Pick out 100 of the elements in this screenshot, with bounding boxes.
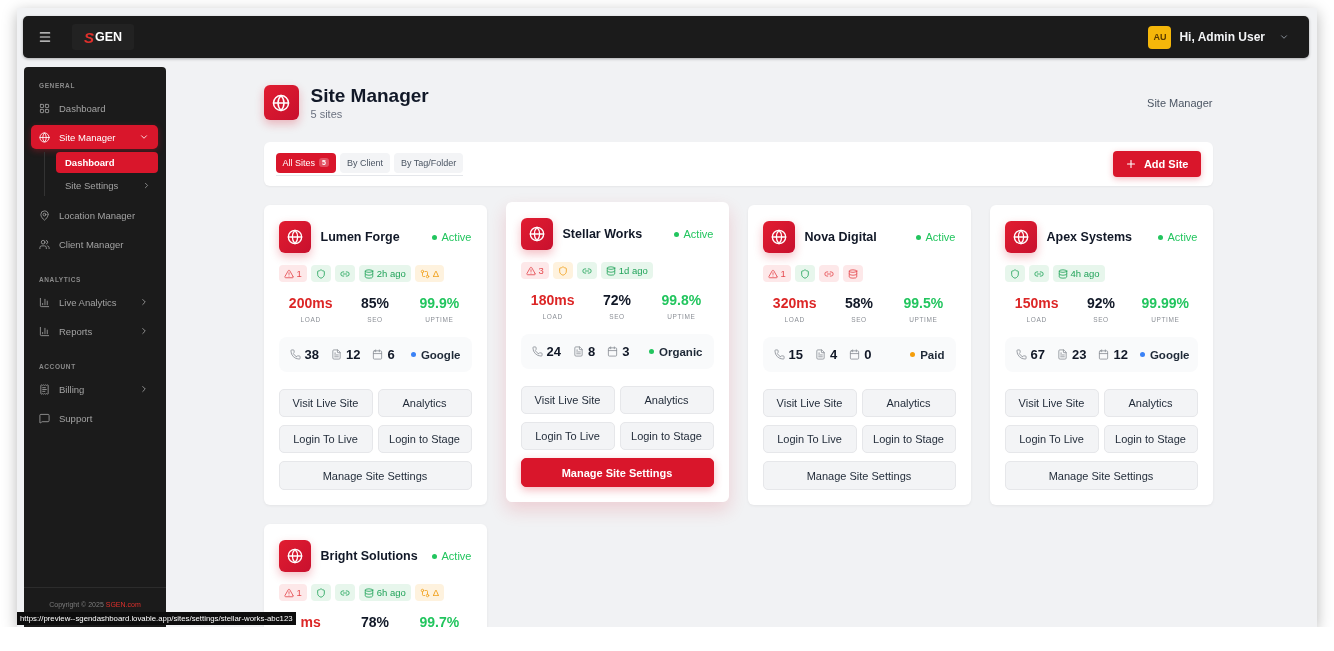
user-avatar[interactable]: AU [1148, 25, 1172, 49]
logo[interactable]: SGEN [72, 24, 134, 50]
metric-value: 320ms [772, 295, 817, 312]
nav-item[interactable]: Reports [31, 319, 158, 343]
stat-value: 67 [1030, 347, 1045, 362]
visit-site-button[interactable]: Visit Live Site [1004, 389, 1099, 417]
badge-text: 1 [780, 268, 786, 279]
speech-bubble-icon [39, 412, 50, 424]
badge-text: 1 [296, 268, 302, 279]
chevron-right-icon[interactable] [139, 326, 149, 336]
chevron-right-icon[interactable] [142, 181, 151, 190]
analytics-button[interactable]: Analytics [1103, 389, 1198, 417]
status-text: Active [1167, 231, 1198, 243]
warning-icon [283, 587, 294, 598]
users-icon [39, 238, 50, 250]
calendar-icon [849, 349, 861, 360]
analytics-button[interactable]: Analytics [619, 386, 714, 414]
phone-icon [773, 349, 785, 360]
metric-value: 99.9% [419, 295, 460, 312]
stat-value: 15 [788, 347, 803, 362]
warning-icon [283, 268, 294, 279]
grid-icon [39, 102, 50, 114]
badge-text: 1 [296, 587, 302, 598]
calendar-icon [372, 349, 384, 360]
settings-button[interactable]: Manage Site Settings [520, 458, 714, 487]
chevron-right-icon[interactable] [139, 297, 149, 307]
database-icon [1057, 268, 1068, 279]
login-live-button[interactable]: Login To Live [278, 425, 373, 453]
nav-item[interactable]: Dashboard [31, 96, 158, 120]
analytics-button[interactable]: Analytics [861, 389, 956, 417]
metric-value: 150ms [1014, 295, 1059, 312]
stat-value: 12 [345, 347, 361, 362]
filter-tab[interactable]: By Tag/Folder [393, 152, 464, 173]
status-text: Active [441, 550, 472, 562]
metric-value: 92% [1086, 295, 1115, 312]
database-icon [847, 268, 858, 279]
settings-button[interactable]: Manage Site Settings [1004, 461, 1198, 490]
globe-icon [39, 131, 50, 143]
nav-subitem[interactable]: Dashboard [56, 152, 158, 173]
traffic-source: Google [1149, 348, 1190, 361]
visit-site-button[interactable]: Visit Live Site [278, 389, 373, 417]
settings-button[interactable]: Manage Site Settings [762, 461, 956, 490]
filter-tab[interactable]: By Client [339, 152, 390, 173]
nav-item[interactable]: Site Manager [31, 125, 158, 149]
plus-icon [1124, 158, 1137, 170]
database-icon [363, 268, 374, 279]
shield-icon [1009, 268, 1020, 279]
badge-text: 3 [538, 265, 544, 276]
compare-arrows-icon [419, 587, 430, 598]
status-text: Active [925, 231, 956, 243]
login-stage-button[interactable]: Login to Stage [619, 422, 714, 450]
login-stage-button[interactable]: Login to Stage [861, 425, 956, 453]
nav-item[interactable]: Billing [31, 377, 158, 401]
nav-item[interactable]: Live Analytics [31, 290, 158, 314]
status-text: Active [683, 228, 714, 240]
user-greeting[interactable]: Hi, Admin User [1179, 30, 1265, 44]
login-live-button[interactable]: Login To Live [1004, 425, 1099, 453]
menu-icon[interactable] [38, 30, 52, 44]
nav-subitem[interactable]: Site Settings [56, 175, 158, 196]
add-site-button[interactable]: Add Site [1112, 151, 1201, 177]
login-stage-button[interactable]: Login to Stage [377, 425, 472, 453]
map-pin-icon [39, 209, 50, 221]
analytics-button[interactable]: Analytics [377, 389, 472, 417]
database-icon [363, 587, 374, 598]
phone-icon [289, 349, 301, 360]
metric-value: 200ms [288, 295, 333, 312]
shield-icon [315, 587, 326, 598]
nav-item[interactable]: Client Manager [31, 232, 158, 256]
site-name: Lumen Forge [320, 230, 401, 244]
stat-value: 8 [587, 344, 596, 359]
status-text: Active [441, 231, 472, 243]
traffic-source: Paid [920, 348, 945, 361]
database-icon [605, 265, 616, 276]
nav-item[interactable]: Support [31, 406, 158, 430]
chevron-down-icon[interactable] [1279, 32, 1289, 42]
login-live-button[interactable]: Login To Live [520, 422, 615, 450]
chevron-right-icon[interactable] [139, 384, 149, 394]
stat-value: 38 [304, 347, 319, 362]
globe-icon [278, 221, 311, 253]
document-icon [330, 349, 342, 360]
traffic-source: Google [420, 348, 461, 361]
stat-value: 12 [1113, 347, 1128, 362]
metric-value: 85% [360, 295, 389, 312]
breadcrumb: Site Manager [1147, 96, 1213, 109]
globe-icon [520, 218, 553, 250]
badge-text: 1d ago [618, 265, 648, 276]
settings-button[interactable]: Manage Site Settings [278, 461, 472, 490]
document-icon [572, 346, 584, 357]
badge-text: Δ [432, 587, 440, 598]
receipt-icon [39, 383, 50, 395]
login-stage-button[interactable]: Login to Stage [1103, 425, 1198, 453]
metric-value: 99.99% [1141, 295, 1190, 312]
visit-site-button[interactable]: Visit Live Site [762, 389, 857, 417]
login-live-button[interactable]: Login To Live [762, 425, 857, 453]
chevron-down-icon[interactable] [139, 132, 149, 142]
nav-item[interactable]: Location Manager [31, 203, 158, 227]
link-icon [1033, 268, 1044, 279]
metric-value: 99.7% [419, 614, 460, 627]
document-icon [1056, 349, 1068, 360]
visit-site-button[interactable]: Visit Live Site [520, 386, 615, 414]
